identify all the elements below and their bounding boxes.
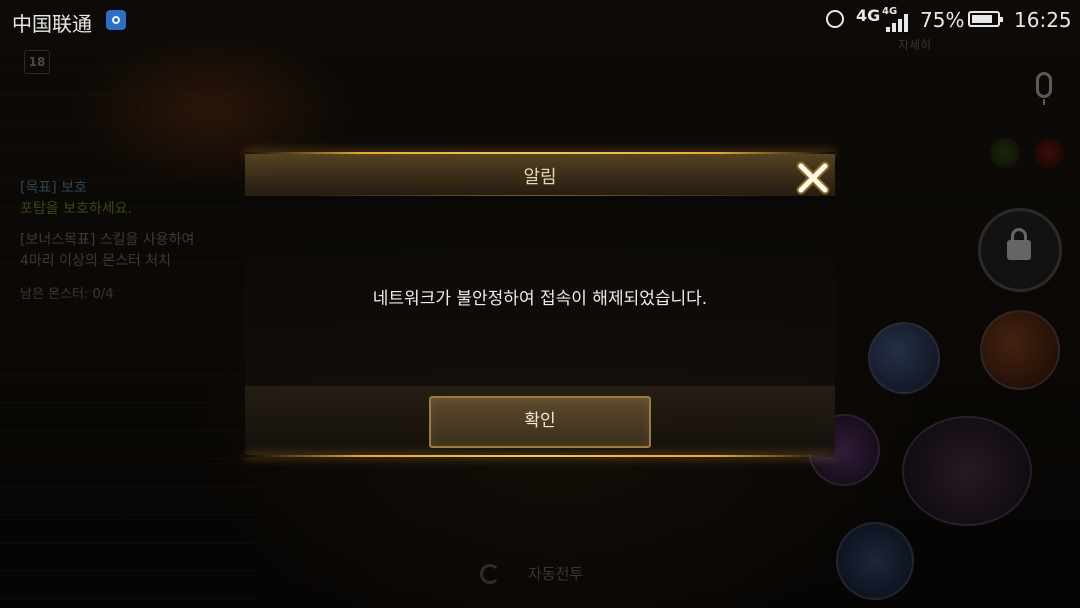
network-type: 4G [856, 6, 881, 25]
dialog-footer: 확인 [245, 386, 835, 455]
alarm-icon [826, 10, 844, 28]
close-button[interactable] [795, 160, 831, 196]
clock: 16:25 [1014, 8, 1072, 32]
hotspot-icon [106, 10, 126, 30]
carrier-name: 中国联通 [12, 12, 92, 36]
dialog-message: 네트워크가 불안정하여 접속이 해제되었습니다. [372, 289, 708, 309]
dialog-bottom-border [245, 455, 835, 457]
battery-percent: 75% [920, 8, 965, 32]
dialog-header: 알림 [245, 154, 835, 196]
alert-dialog: 알림 네트워크가 불안정하여 접속이 해제되었습니다. 확인 [245, 152, 835, 457]
signal-icon [886, 14, 912, 32]
close-icon [796, 161, 830, 195]
status-bar: 中国联通 4G 4G 75% 16:25 [0, 0, 1080, 40]
confirm-button[interactable]: 확인 [429, 396, 651, 448]
battery-icon [968, 11, 1003, 27]
dialog-title: 알림 [523, 167, 557, 188]
dialog-body: 네트워크가 불안정하여 접속이 해제되었습니다. [245, 196, 835, 386]
